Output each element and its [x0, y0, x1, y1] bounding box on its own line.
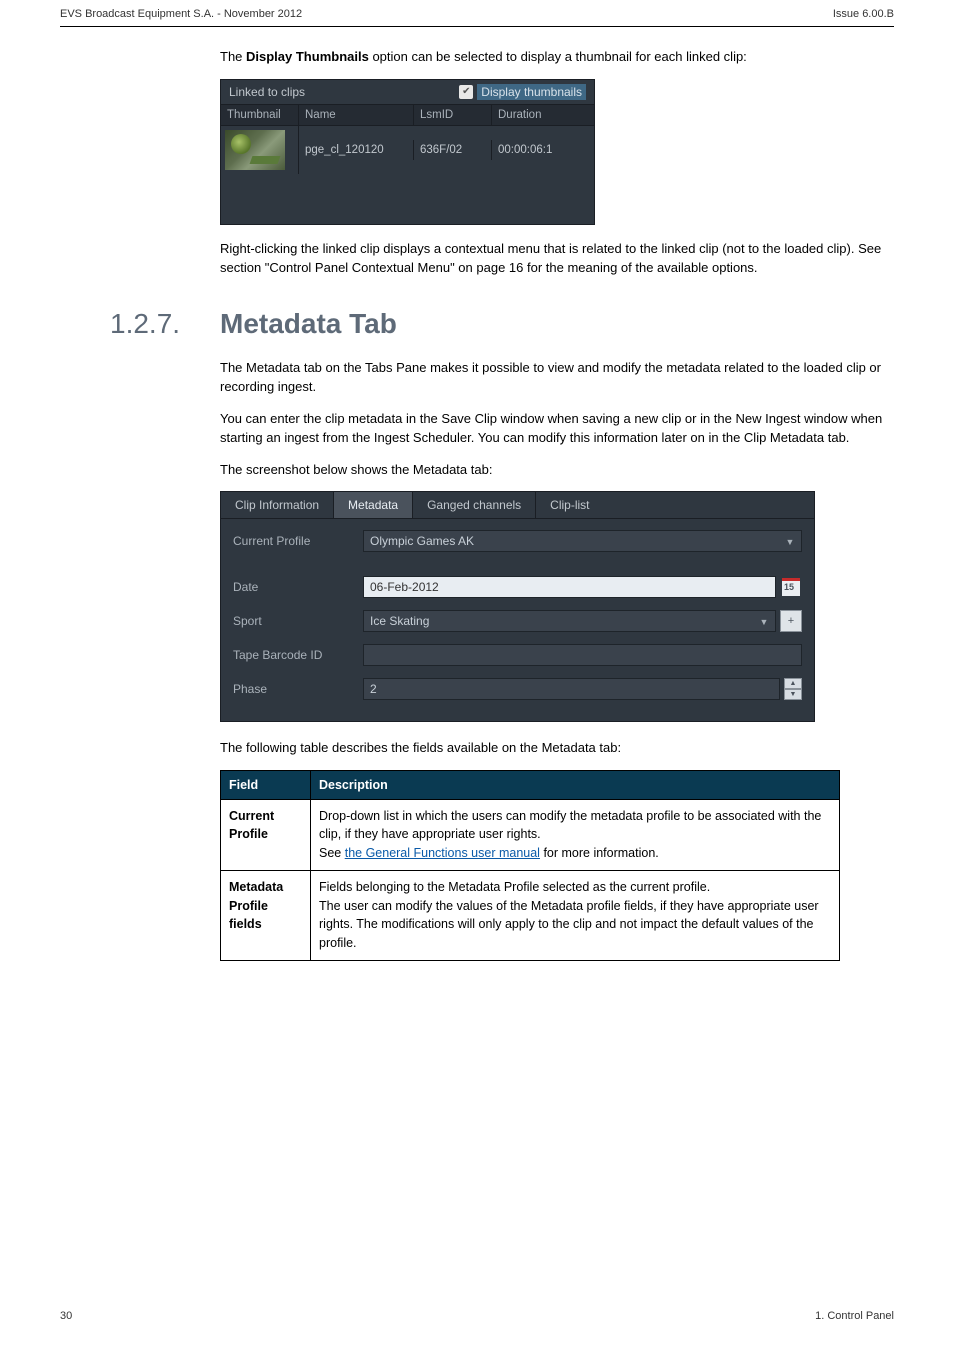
col-lsmid[interactable]: LsmID	[414, 104, 492, 126]
cell-thumbnail	[221, 126, 299, 174]
label-tape-barcode: Tape Barcode ID	[233, 648, 363, 662]
field-current-profile[interactable]: Olympic Games AK ▼	[363, 530, 802, 552]
calendar-button[interactable]	[780, 576, 802, 598]
field-date[interactable]: 06-Feb-2012	[363, 576, 776, 598]
thumbnail-image	[225, 130, 285, 170]
desc-text-more: for more information.	[540, 846, 659, 860]
col-name[interactable]: Name	[299, 104, 414, 126]
spinner-up-icon[interactable]: ▲	[784, 678, 802, 689]
label-current-profile: Current Profile	[233, 534, 363, 548]
desc-text: The user can modify the values of the Me…	[319, 899, 819, 951]
table-row: Metadata Profile fields Fields belonging…	[221, 870, 840, 960]
row-date: Date 06-Feb-2012	[233, 575, 802, 599]
cell-field-current-profile: Current Profile	[221, 799, 311, 870]
page-number: 30	[60, 1310, 72, 1322]
intro-rest: option can be selected to display a thum…	[372, 49, 746, 64]
linked-clips-columns: Thumbnail Name LsmID Duration	[221, 104, 594, 126]
field-sport[interactable]: Ice Skating ▼	[363, 610, 776, 632]
col-duration[interactable]: Duration	[492, 104, 594, 126]
add-sport-button[interactable]: +	[780, 610, 802, 632]
description-table: Field Description Current Profile Drop-d…	[220, 770, 840, 961]
col-thumbnail[interactable]: Thumbnail	[221, 104, 299, 126]
calendar-icon	[782, 578, 800, 596]
value-date: 06-Feb-2012	[370, 580, 439, 594]
cell-desc-metadata-profile: Fields belonging to the Metadata Profile…	[311, 870, 840, 960]
intro-bold: Display Thumbnails	[246, 49, 369, 64]
cell-desc-current-profile: Drop-down list in which the users can mo…	[311, 799, 840, 870]
tab-clip-information[interactable]: Clip Information	[221, 492, 334, 518]
value-current-profile: Olympic Games AK	[370, 534, 474, 548]
after-ss1-text: Right-clicking the linked clip displays …	[220, 239, 894, 278]
linked-clips-empty	[221, 174, 594, 224]
field-phase[interactable]: 2	[363, 678, 780, 700]
field-tape-barcode[interactable]	[363, 644, 802, 666]
value-sport: Ice Skating	[370, 614, 429, 628]
link-general-functions[interactable]: the General Functions user manual	[345, 846, 540, 860]
heading-number: 1.2.7.	[110, 308, 220, 340]
table-intro: The following table describes the fields…	[220, 738, 894, 758]
phase-spinner[interactable]: ▲ ▼	[784, 678, 802, 700]
intro-text-1: The Display Thumbnails option can be sel…	[220, 47, 894, 67]
row-tape-barcode: Tape Barcode ID	[233, 643, 802, 667]
th-field: Field	[221, 770, 311, 799]
cell-duration: 00:00:06:1	[492, 140, 594, 160]
th-description: Description	[311, 770, 840, 799]
chevron-down-icon[interactable]: ▼	[783, 535, 797, 549]
section-heading: 1.2.7. Metadata Tab	[110, 308, 894, 340]
desc-text: Fields belonging to the Metadata Profile…	[319, 880, 710, 894]
desc-text: Drop-down list in which the users can mo…	[319, 809, 821, 842]
cell-field-metadata-profile: Metadata Profile fields	[221, 870, 311, 960]
linked-clips-panel: Linked to clips ✔ Display thumbnails Thu…	[220, 79, 595, 225]
header-right: Issue 6.00.B	[833, 8, 894, 20]
table-row: Current Profile Drop-down list in which …	[221, 799, 840, 870]
header-left: EVS Broadcast Equipment S.A. - November …	[60, 8, 302, 20]
tab-clip-list[interactable]: Clip-list	[536, 492, 603, 518]
para-2: You can enter the clip metadata in the S…	[220, 409, 894, 448]
spinner-down-icon[interactable]: ▼	[784, 689, 802, 700]
page-header: EVS Broadcast Equipment S.A. - November …	[60, 0, 894, 27]
cell-lsmid: 636F/02	[414, 140, 492, 160]
value-phase: 2	[370, 682, 377, 696]
tab-metadata[interactable]: Metadata	[334, 492, 413, 518]
label-sport: Sport	[233, 614, 363, 628]
table-row[interactable]: pge_cl_120120 636F/02 00:00:06:1	[221, 126, 594, 174]
chevron-down-icon[interactable]: ▼	[757, 615, 771, 629]
row-current-profile: Current Profile Olympic Games AK ▼	[233, 529, 802, 553]
cell-name: pge_cl_120120	[299, 140, 414, 160]
field-label: Metadata Profile fields	[229, 880, 283, 932]
display-thumbnails-checkbox[interactable]: ✔	[459, 85, 473, 99]
row-phase: Phase 2 ▲ ▼	[233, 677, 802, 701]
intro-pre: The	[220, 49, 246, 64]
display-thumbnails-label: Display thumbnails	[477, 84, 586, 100]
label-phase: Phase	[233, 682, 363, 696]
para-3: The screenshot below shows the Metadata …	[220, 460, 894, 480]
linked-clips-title: Linked to clips	[229, 85, 305, 99]
row-sport: Sport Ice Skating ▼ +	[233, 609, 802, 633]
section-name: 1. Control Panel	[815, 1310, 894, 1322]
metadata-tab-panel: Clip Information Metadata Ganged channel…	[220, 491, 815, 722]
para-1: The Metadata tab on the Tabs Pane makes …	[220, 358, 894, 397]
page-footer: 30 1. Control Panel	[60, 1310, 894, 1322]
linked-clips-header: Linked to clips ✔ Display thumbnails	[221, 80, 594, 104]
label-date: Date	[233, 580, 363, 594]
tabs-bar: Clip Information Metadata Ganged channel…	[221, 492, 814, 519]
desc-text-see: See	[319, 846, 345, 860]
tab-ganged-channels[interactable]: Ganged channels	[413, 492, 536, 518]
heading-title: Metadata Tab	[220, 308, 397, 340]
